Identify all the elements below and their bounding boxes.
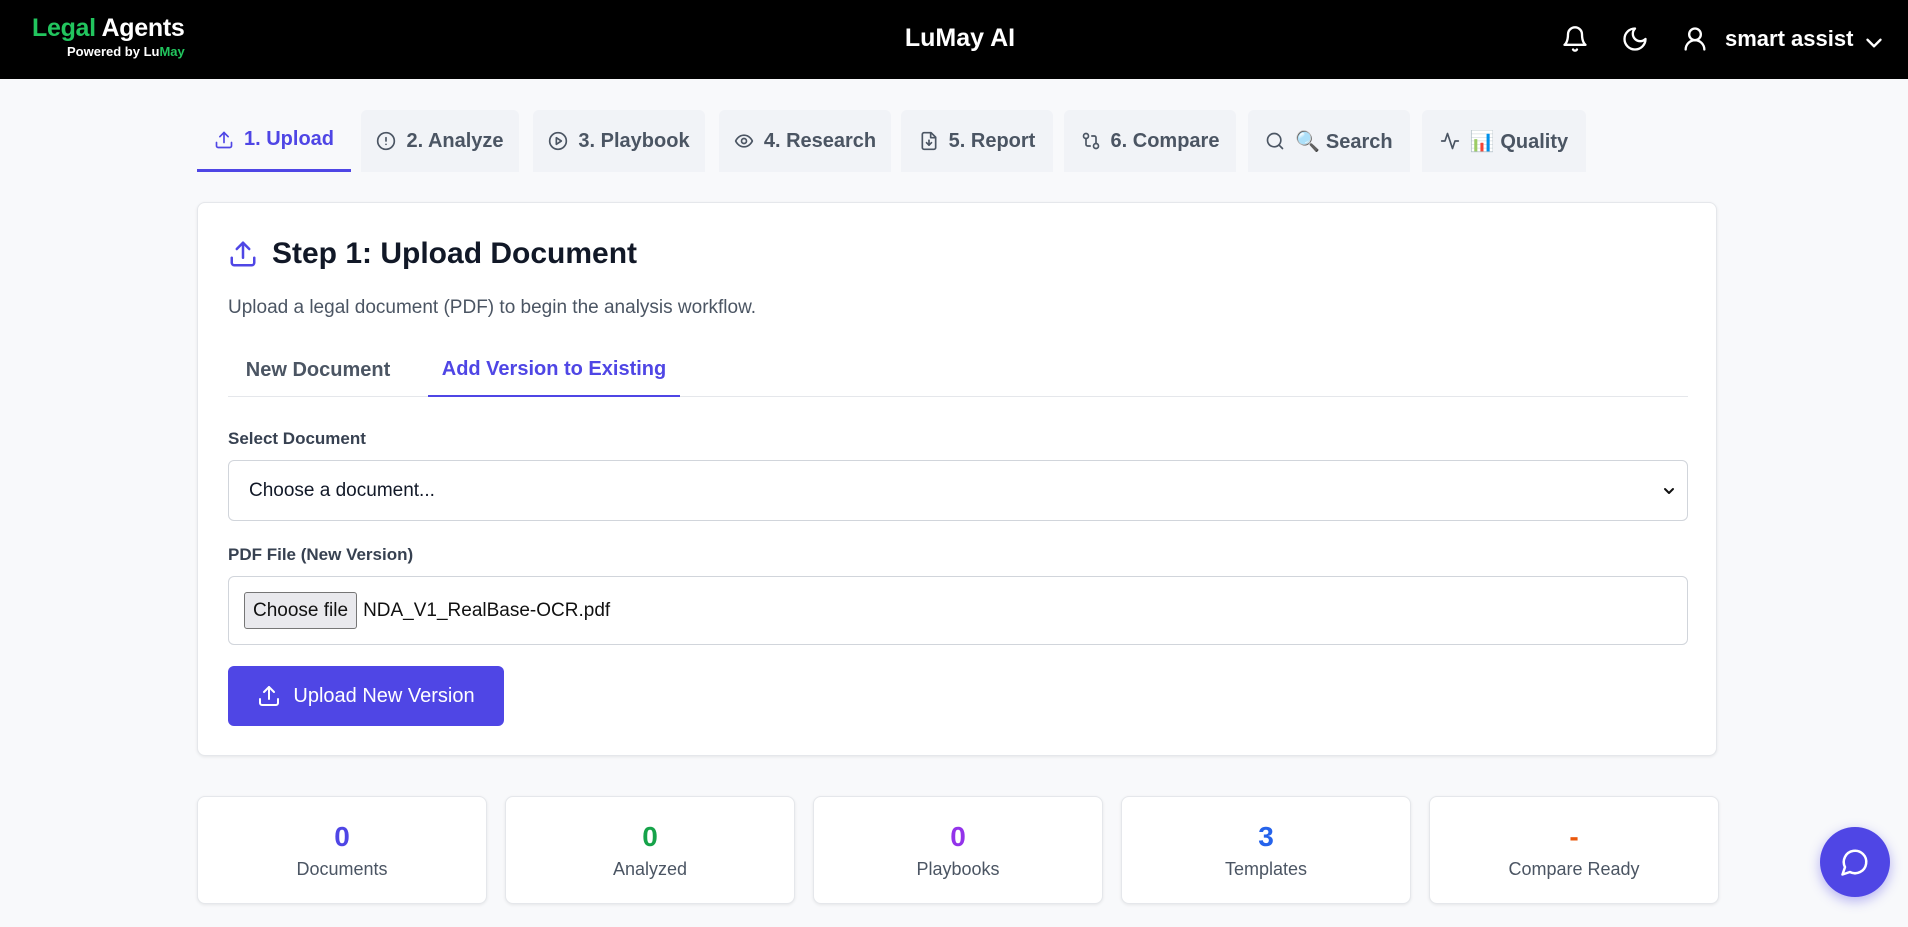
document-select[interactable]: Choose a document... [228,460,1688,521]
stat-value: 0 [642,821,658,852]
activity-icon [1440,132,1460,150]
tab-label: 2. Analyze [406,129,504,152]
upload-button-label: Upload New Version [293,684,475,707]
tab-label: 📊 Quality [1469,130,1569,153]
upload-new-version-button[interactable]: Upload New Version [228,666,504,726]
moon-icon[interactable] [1619,23,1651,55]
alert-circle-icon [377,131,396,151]
play-circle-icon [549,131,568,151]
stat-label: Analyzed [612,859,688,879]
tab-label: 🔍 Search [1295,130,1393,153]
username[interactable]: smart assist [1725,26,1853,52]
chevron-down-icon[interactable] [1858,27,1890,59]
chevron-down-icon [1661,483,1677,505]
card-description: Upload a legal document (PDF) to begin t… [228,297,757,318]
top-bar: Legal Agents Powered by LuMay LuMay AI s… [0,0,1908,79]
pdf-file-label: PDF File (New Version) [228,545,414,564]
eye-icon [734,134,754,148]
user-icon[interactable] [1679,23,1711,55]
card-title-text: Step 1: Upload Document [272,237,638,270]
upload-icon [215,131,233,148]
tab-label: 6. Compare [1110,129,1220,152]
stat-value: 0 [950,821,966,852]
tab-label: 3. Playbook [578,129,690,152]
tab-search[interactable]: 🔍 Search [1248,110,1410,172]
card-title: Step 1: Upload Document [228,237,637,271]
tab-label: 5. Report [948,129,1036,152]
stat-playbooks: 0 Playbooks [813,796,1103,904]
subtab-new-document[interactable]: New Document [228,343,408,397]
tab-label: 4. Research [763,129,877,152]
tab-research[interactable]: 4. Research [719,110,891,172]
stat-analyzed: 0 Analyzed [505,796,795,904]
stat-label: Documents [296,859,388,879]
upload-mode-tabs: New Document Add Version to Existing [228,343,1688,397]
bell-icon[interactable] [1559,23,1591,55]
stat-templates: 3 Templates [1121,796,1411,904]
stat-value: - [1569,821,1579,852]
tab-quality[interactable]: 📊 Quality [1422,110,1586,172]
tab-report[interactable]: 5. Report [901,110,1053,172]
stat-label: Compare Ready [1508,859,1640,879]
chat-button[interactable] [1820,827,1890,897]
tab-label: 1. Upload [243,128,334,150]
upload-icon [259,686,280,706]
selected-file-name: NDA_V1_RealBase-OCR.pdf [363,599,611,621]
select-document-label: Select Document [228,429,366,448]
chat-bubble-icon [1841,849,1868,876]
tab-analyze[interactable]: 2. Analyze [361,110,519,172]
stat-value: 3 [1258,821,1274,852]
stat-label: Templates [1224,859,1308,879]
stat-documents: 0 Documents [197,796,487,904]
stat-value: 0 [334,821,350,852]
pdf-file-input[interactable]: Choose file NDA_V1_RealBase-OCR.pdf [228,576,1688,645]
choose-file-button[interactable]: Choose file [244,592,358,629]
search-icon [1267,132,1284,150]
file-download-icon [921,131,937,151]
tab-playbook[interactable]: 3. Playbook [533,110,705,172]
git-compare-icon [1082,132,1099,150]
stat-label: Playbooks [916,859,1000,879]
upload-icon [230,241,256,267]
document-select-value: Choose a document... [249,479,435,501]
stat-compare-ready: - Compare Ready [1429,796,1719,904]
upload-card: Step 1: Upload Document Upload a legal d… [197,202,1717,756]
tab-upload[interactable]: 1. Upload [197,110,351,172]
subtab-add-version[interactable]: Add Version to Existing [428,343,680,397]
tab-compare[interactable]: 6. Compare [1064,110,1236,172]
